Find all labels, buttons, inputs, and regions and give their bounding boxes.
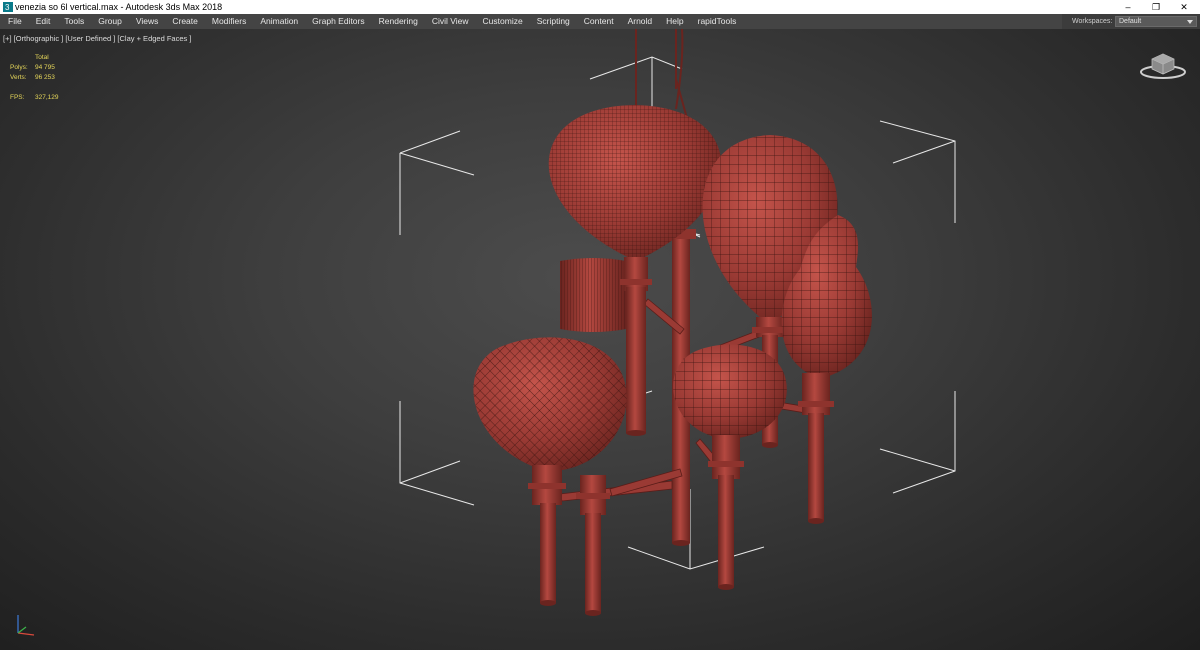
- viewport-label[interactable]: [+] [Orthographic ] [User Defined ] [Cla…: [3, 34, 191, 43]
- menu-modifiers[interactable]: Modifiers: [205, 14, 253, 29]
- menu-civil-view[interactable]: Civil View: [425, 14, 476, 29]
- chevron-down-icon: [1187, 20, 1193, 24]
- polys-value: 94 795: [35, 64, 55, 71]
- svg-text:3: 3: [5, 3, 10, 12]
- polys-label: Polys:: [10, 64, 28, 71]
- menu-graph-editors[interactable]: Graph Editors: [305, 14, 371, 29]
- menu-animation[interactable]: Animation: [253, 14, 305, 29]
- menu-customize[interactable]: Customize: [476, 14, 530, 29]
- workspaces-label: Workspaces:: [1072, 18, 1113, 25]
- lower-rod: [576, 475, 610, 616]
- window-title: venezia so 6l vertical.max - Autodesk 3d…: [15, 2, 223, 12]
- viewcube-icon[interactable]: [1138, 49, 1188, 81]
- menu-create[interactable]: Create: [165, 14, 205, 29]
- close-button[interactable]: ✕: [1170, 0, 1198, 14]
- fps-value: 327,129: [35, 94, 59, 101]
- verts-value: 96 253: [35, 74, 55, 81]
- menu-content[interactable]: Content: [577, 14, 621, 29]
- app-icon: 3: [3, 2, 13, 12]
- menu-rendering[interactable]: Rendering: [372, 14, 425, 29]
- menu-tools[interactable]: Tools: [57, 14, 91, 29]
- axis-tripod-icon: [17, 615, 35, 636]
- diamond-lamp-shade: [473, 337, 627, 606]
- perspective-viewport[interactable]: [+] [Orthographic ] [User Defined ] [Cla…: [0, 29, 1200, 650]
- stats-header: Total: [35, 54, 49, 61]
- menu-edit[interactable]: Edit: [29, 14, 58, 29]
- menu-help[interactable]: Help: [659, 14, 690, 29]
- minimize-button[interactable]: –: [1114, 0, 1142, 14]
- menu-group[interactable]: Group: [91, 14, 129, 29]
- statistics-overlay: Total Polys: 94 795 Verts: 96 253 FPS: 327,…: [10, 53, 130, 103]
- menu-bar: File Edit Tools Group Views Create Modifiers An…: [0, 14, 1200, 29]
- menu-scripting[interactable]: Scripting: [530, 14, 577, 29]
- main-menu: File Edit Tools Group Views Create Modifiers An…: [0, 14, 743, 29]
- fps-label: FPS:: [10, 94, 25, 101]
- title-bar: 3 venezia so 6l vertical.max - Autodesk …: [0, 0, 1200, 14]
- maximize-button[interactable]: ❐: [1142, 0, 1170, 14]
- workspaces-value: Default: [1119, 18, 1142, 25]
- scene-canvas[interactable]: [0, 29, 1200, 650]
- menu-views[interactable]: Views: [129, 14, 166, 29]
- menu-rapidtools[interactable]: rapidTools: [691, 14, 744, 29]
- menu-file[interactable]: File: [0, 14, 29, 29]
- workspaces-dropdown[interactable]: Default: [1115, 16, 1197, 27]
- menu-arnold[interactable]: Arnold: [621, 14, 660, 29]
- verts-label: Verts:: [10, 74, 27, 81]
- workspaces-control: Workspaces: Default: [1062, 14, 1200, 29]
